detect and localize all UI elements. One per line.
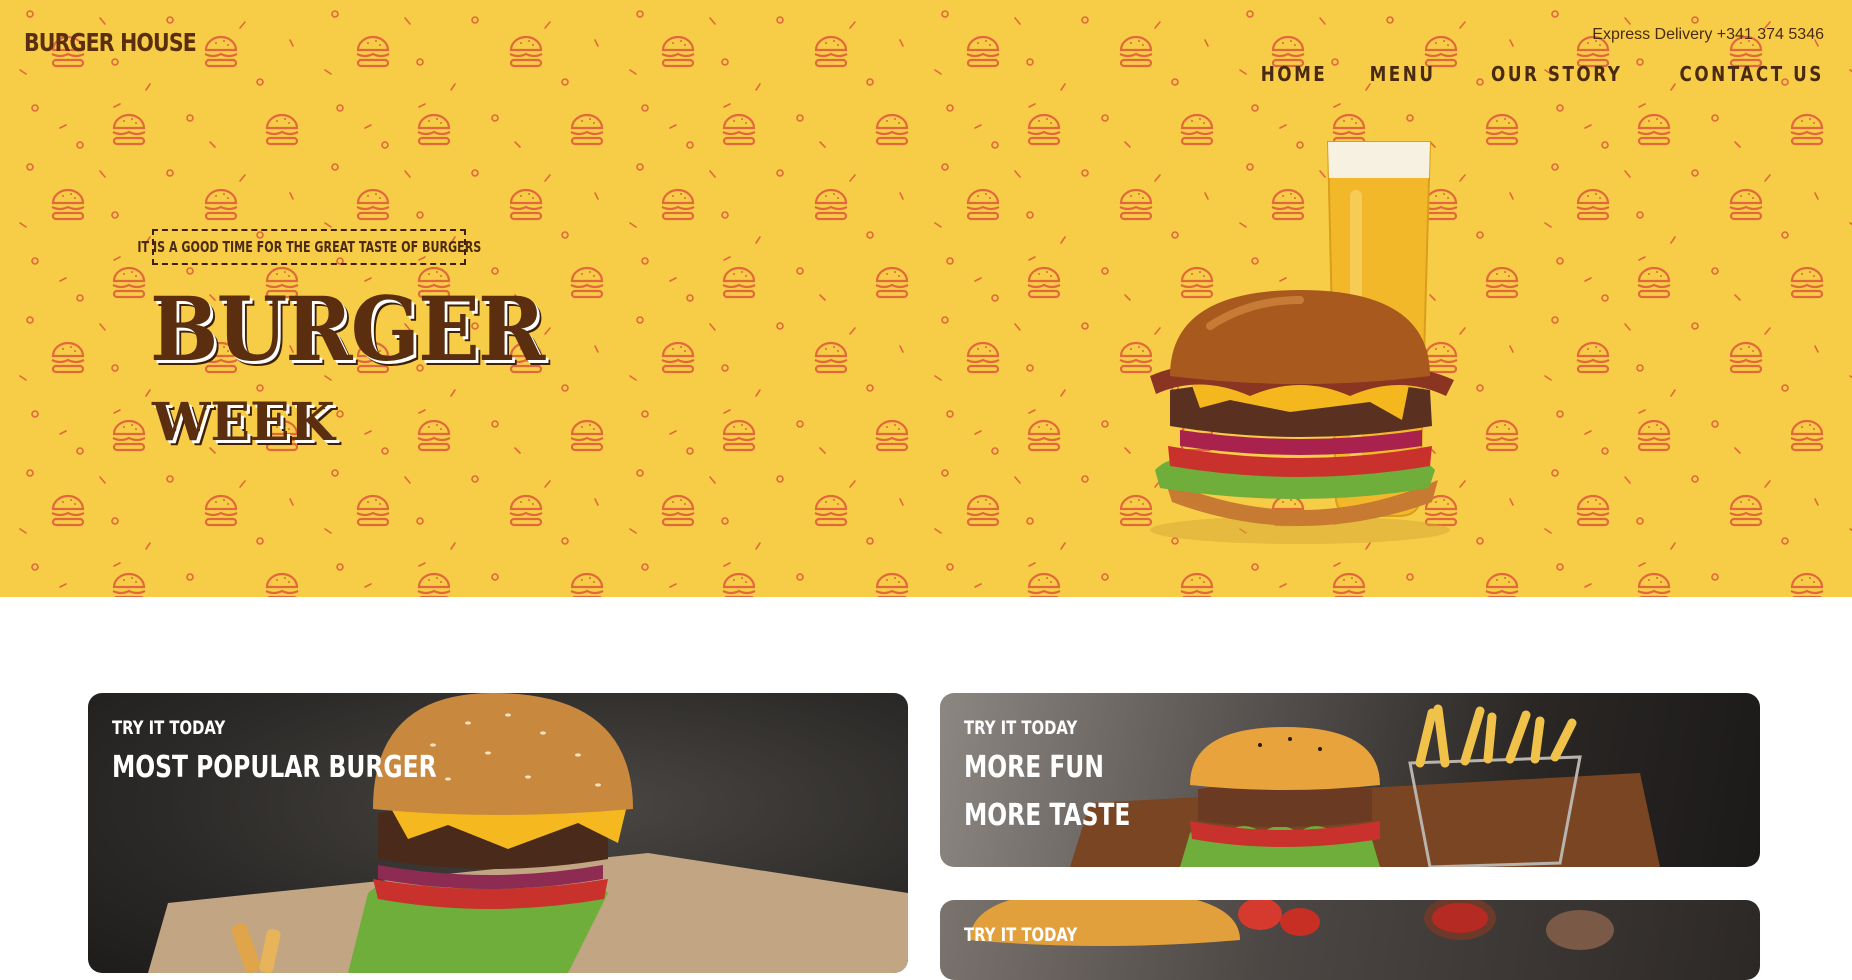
hero-title: BURGER (150, 277, 545, 381)
card-title-line-2: MORE TASTE (964, 798, 1131, 833)
card-eyebrow: TRY IT TODAY (964, 924, 1078, 946)
promo-card-more-fun-more-taste[interactable]: TRY IT TODAY MORE FUN MORE TASTE (940, 693, 1760, 867)
nav-home[interactable]: HOME (1260, 62, 1327, 86)
hero-subtitle: WEEK (152, 392, 335, 453)
hero-tagline: IT IS A GOOD TIME FOR THE GREAT TASTE OF… (137, 229, 481, 265)
nav-contact-us[interactable]: CONTACT US (1680, 62, 1824, 86)
card-eyebrow: TRY IT TODAY (964, 717, 1078, 739)
nav-menu[interactable]: MENU (1370, 62, 1436, 86)
burger-and-beer-image (1150, 141, 1454, 544)
express-delivery-phone[interactable]: Express Delivery +341 374 5346 (1592, 26, 1824, 44)
hero-tagline-text: IT IS A GOOD TIME FOR THE GREAT TASTE OF… (137, 238, 481, 256)
main-navigation: HOME MENU OUR STORY CONTACT US (1248, 62, 1824, 86)
card-title-line-1: MORE FUN (964, 750, 1104, 785)
brand-logo[interactable]: BURGER HOUSE (24, 28, 197, 57)
card-title: MOST POPULAR BURGER (112, 750, 437, 785)
promo-card-most-popular-burger[interactable]: TRY IT TODAY MOST POPULAR BURGER (88, 693, 908, 973)
card-eyebrow: TRY IT TODAY (112, 717, 226, 739)
hero-banner: BURGER HOUSE Express Delivery +341 374 5… (0, 0, 1852, 597)
promo-card-third[interactable]: TRY IT TODAY (940, 900, 1760, 980)
nav-our-story[interactable]: OUR STORY (1491, 62, 1622, 86)
